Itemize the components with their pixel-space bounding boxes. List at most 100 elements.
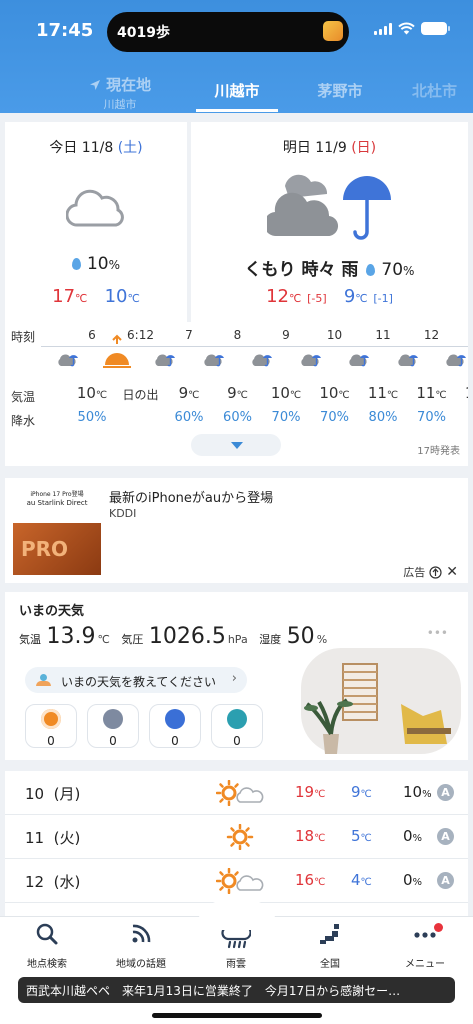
confidence-badge: A <box>437 872 454 889</box>
hour-label: 10 <box>326 328 343 342</box>
cloud-umbrella-icon <box>397 354 418 367</box>
hour-label: 11 <box>375 328 391 342</box>
ad-card[interactable]: iPhone 17 Pro登場 au Starlink Direct PRO 最新… <box>5 478 468 583</box>
tab-label: 川越市 <box>214 82 260 100</box>
hour-precip: 70% <box>271 410 301 422</box>
japan-map-icon <box>320 924 339 944</box>
ad-image[interactable]: iPhone 17 Pro登場 au Starlink Direct PRO <box>13 487 101 575</box>
hour-precip: 50% <box>77 410 107 422</box>
people-icon <box>35 674 53 686</box>
status-time: 17:45 <box>36 20 94 41</box>
vote-sunny[interactable]: 0 <box>25 704 77 748</box>
daily-low: 5℃ <box>351 827 372 845</box>
more-options-icon[interactable]: ••• <box>427 626 448 640</box>
nav-search[interactable]: 地点検索 <box>7 921 87 970</box>
vote-snowy[interactable]: 0 <box>211 704 263 748</box>
daily-date: 12 (水) <box>25 873 81 891</box>
hour-label: 9 <box>282 328 290 342</box>
hourly-scroll[interactable]: 6 10℃ 50% 6:12 日の出 7 9℃ 60% 8 9℃ 60% 9 10℃ 70% 10 10℃ 70… <box>41 322 468 422</box>
rss-icon <box>132 924 151 943</box>
daily-low: 4℃ <box>351 871 372 889</box>
hour-precip: 60% <box>223 410 252 422</box>
status-icons <box>374 22 450 35</box>
tab-label: 現在地 <box>106 76 152 94</box>
app-icon <box>323 21 343 41</box>
adchoices-icon[interactable] <box>429 565 442 579</box>
current-weather-card: いまの天気 気温 13.9 ℃ 気圧 1026.5 hPa 湿度 50% ••• い… <box>5 592 468 760</box>
search-icon <box>36 923 58 945</box>
ad-sponsor: KDDI <box>109 507 137 520</box>
daily-high: 16℃ <box>295 871 326 889</box>
cloud-umbrella-icon <box>58 354 78 367</box>
cellular-signal-icon <box>374 22 392 35</box>
sun-icon <box>41 709 61 729</box>
location-arrow-icon <box>89 80 100 90</box>
confidence-badge: A <box>437 828 454 845</box>
tab-current-location[interactable]: 現在地 川越市 <box>82 74 158 112</box>
raindrop-icon <box>366 264 376 276</box>
tomorrow-desc: くもり 時々 雨 70% <box>244 260 415 280</box>
ad-label: 広告 ✕ <box>403 564 458 580</box>
hour-precip: 60% <box>174 410 204 422</box>
hour-precip: 80% <box>368 410 398 422</box>
forecast-card: 今日 11/8 (土) 10% 17℃ 10℃ 明日 11/9 (日) くもり … <box>5 122 468 466</box>
location-tabs: 現在地 川越市 川越市 茅野市 北杜市 <box>0 74 473 113</box>
snowman-icon <box>227 709 247 729</box>
daily-high: 18℃ <box>295 827 326 845</box>
daily-high: 19℃ <box>295 783 326 801</box>
hour-label: 12 <box>423 328 440 342</box>
hour-label: 8 <box>233 328 242 342</box>
nav-nationwide[interactable]: 全国 <box>290 921 370 970</box>
daily-precip: 0% <box>403 827 423 845</box>
ad-phone-graphic: PRO <box>13 523 101 575</box>
step-count: 4019歩 <box>117 25 170 41</box>
cloud-umbrella-icon <box>349 354 369 367</box>
cloud-umbrella-icon <box>155 354 175 367</box>
tab-label: 北杜市 <box>412 82 458 100</box>
daily-row[interactable]: 10 (月) 19℃ 9℃ 10% A <box>5 771 468 815</box>
nav-menu[interactable]: メニュー <box>385 921 465 970</box>
issued-time: 17時発表 <box>417 446 460 457</box>
hour-precip: 70% <box>417 410 446 422</box>
daily-precip: 10% <box>403 783 432 801</box>
home-indicator[interactable] <box>152 1013 322 1018</box>
bottom-nav: 地点検索 地域の話題 雨雲 全国 メニュー <box>0 916 473 1024</box>
raindrop-icon <box>71 258 81 270</box>
today-temps: 17℃ 10℃ <box>52 286 140 307</box>
report-weather-button[interactable]: いまの天気を教えてください › <box>25 667 247 693</box>
precip-row-label: 降水 <box>11 414 36 428</box>
current-weather-title: いまの天気 <box>19 604 85 619</box>
daily-row[interactable]: 12 (水) 16℃ 4℃ 0% A <box>5 859 468 903</box>
daily-row[interactable]: 11 (火) 18℃ 5℃ 0% A <box>5 815 468 859</box>
news-ticker[interactable]: 西武本川越ペペ 来年1月13日に営業終了 今月17日から感謝セー… <box>18 977 455 1003</box>
tomorrow-title: 明日 11/9 (日) <box>282 140 377 156</box>
today-precip: 10% <box>5 254 187 274</box>
ad-title[interactable]: 最新のiPhoneがauから登場 <box>109 487 273 506</box>
tab-kawagoe[interactable]: 川越市 <box>196 80 278 101</box>
vote-rainy[interactable]: 0 <box>149 704 201 748</box>
vote-cloudy[interactable]: 0 <box>87 704 139 748</box>
nav-local-topics[interactable]: 地域の話題 <box>101 921 181 970</box>
cloud-icon <box>103 709 123 729</box>
tomorrow-forecast[interactable]: 明日 11/9 (日) くもり 時々 雨 70% 12℃ [-5] 9℃ [-1] <box>191 122 468 322</box>
cloud-umbrella-icon <box>252 354 272 367</box>
close-ad-icon[interactable]: ✕ <box>446 564 458 580</box>
today-title: 今日 11/8 (土) <box>49 140 143 156</box>
sunrise-icon <box>102 334 131 368</box>
wifi-icon <box>398 22 415 35</box>
current-temp: 13.9 <box>46 624 96 649</box>
confidence-badge: A <box>437 784 454 801</box>
current-humidity: 50 <box>286 624 315 649</box>
today-forecast[interactable]: 今日 11/8 (土) 10% 17℃ 10℃ <box>5 122 187 322</box>
current-pressure: 1026.5 <box>148 624 226 649</box>
cloud-umbrella-icon <box>203 354 224 367</box>
chevron-right-icon: › <box>231 671 237 686</box>
tab-hokuto[interactable]: 北杜市 <box>412 80 473 101</box>
sun-icon <box>226 824 254 850</box>
dynamic-island: 4019歩 <box>107 12 349 52</box>
hour-precip: 70% <box>320 410 349 422</box>
tab-chino[interactable]: 茅野市 <box>302 80 378 101</box>
ad-image-banner: iPhone 17 Pro登場 au Starlink Direct <box>13 487 101 523</box>
cloud-umbrella-icon <box>300 354 321 367</box>
expand-hourly-button[interactable] <box>191 434 281 456</box>
